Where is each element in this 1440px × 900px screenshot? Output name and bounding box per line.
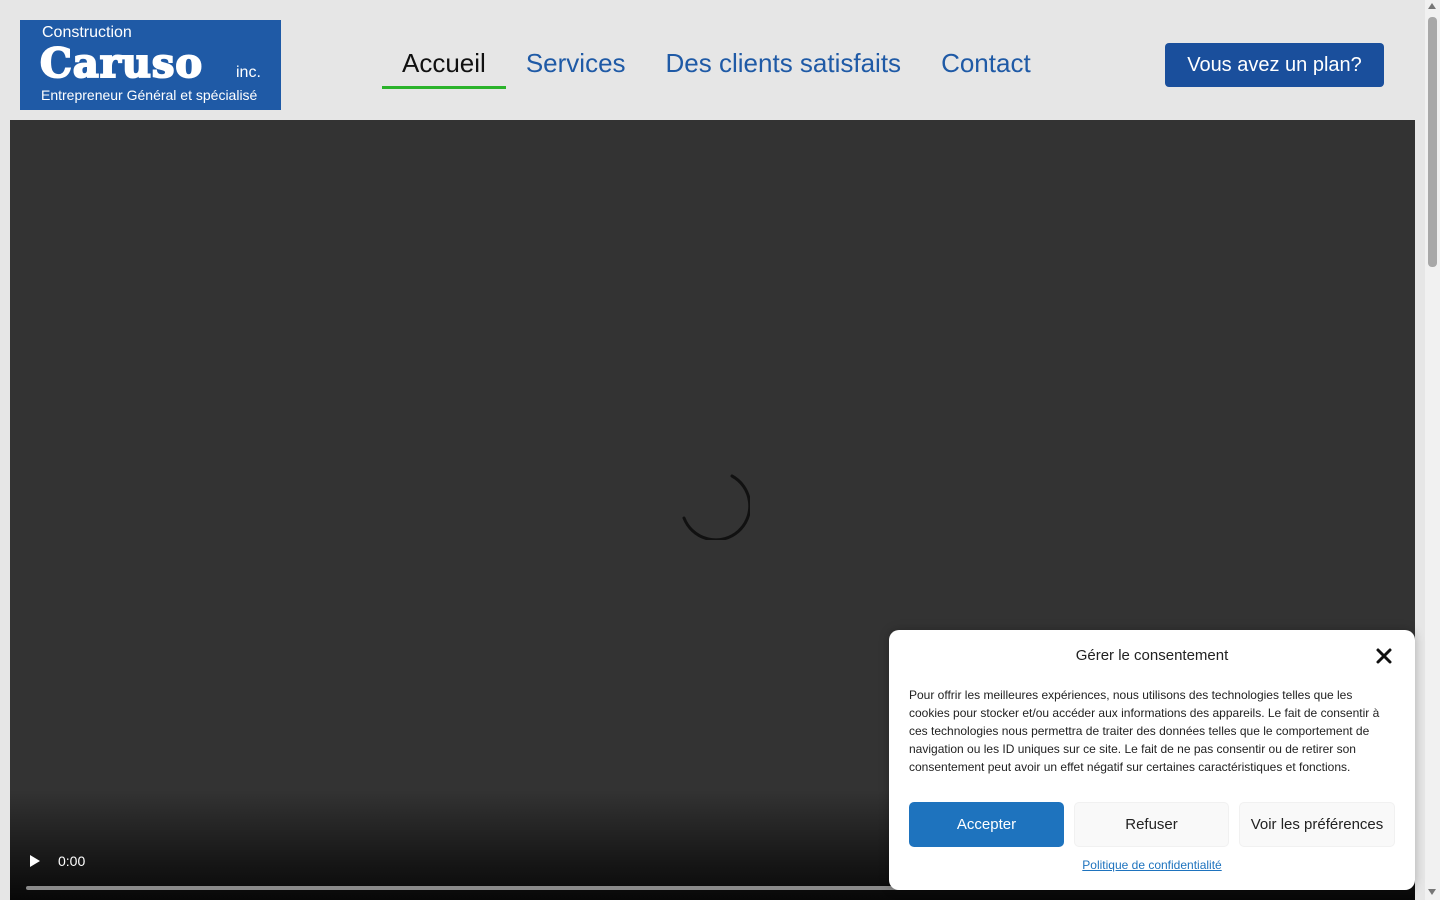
play-icon[interactable]: [28, 853, 42, 869]
scroll-up-icon[interactable]: [1428, 3, 1436, 9]
refuse-button[interactable]: Refuser: [1074, 802, 1229, 847]
consent-dialog: Gérer le consentement Pour offrir les me…: [889, 630, 1415, 890]
close-icon[interactable]: [1375, 647, 1393, 665]
scroll-down-icon[interactable]: [1428, 889, 1436, 895]
nav-item-contact[interactable]: Contact: [921, 40, 1051, 89]
main-nav: Accueil Services Des clients satisfaits …: [382, 40, 1051, 89]
video-time: 0:00: [58, 853, 86, 869]
plan-cta-button[interactable]: Vous avez un plan?: [1165, 43, 1384, 87]
consent-title: Gérer le consentement: [1075, 647, 1229, 664]
logo-line-tagline: Entrepreneur Général et spécialisé: [41, 87, 258, 103]
scrollbar-thumb[interactable]: [1428, 17, 1437, 267]
nav-item-accueil[interactable]: Accueil: [382, 40, 506, 89]
loading-spinner-icon: [682, 474, 750, 540]
privacy-policy-link[interactable]: Politique de confidentialité: [889, 858, 1415, 872]
nav-item-services[interactable]: Services: [506, 40, 646, 89]
preferences-button[interactable]: Voir les préférences: [1239, 802, 1395, 847]
site-logo[interactable]: Construction Caruso inc. Entrepreneur Gé…: [20, 20, 281, 110]
page-scrollbar[interactable]: [1425, 0, 1440, 900]
logo-line-inc: inc.: [236, 64, 261, 81]
accept-button[interactable]: Accepter: [909, 802, 1064, 847]
site-header: Construction Caruso inc. Entrepreneur Gé…: [0, 0, 1425, 120]
consent-body: Pour offrir les meilleures expériences, …: [909, 688, 1380, 774]
logo-line-caruso: Caruso: [39, 39, 204, 88]
nav-item-clients[interactable]: Des clients satisfaits: [646, 40, 922, 89]
